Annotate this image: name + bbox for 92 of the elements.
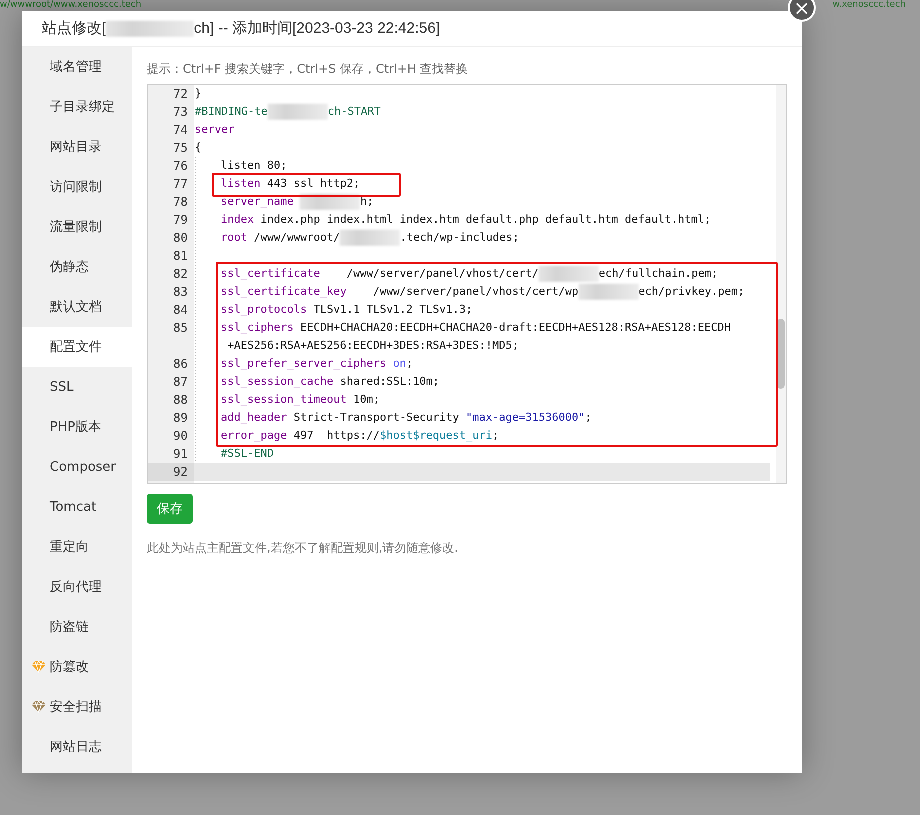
- code-text: #BINDING-te: [195, 105, 268, 118]
- sidebar-item[interactable]: 默认文档: [22, 287, 132, 327]
- line-number: 86: [172, 356, 189, 373]
- sidebar-item[interactable]: 反向代理: [22, 567, 132, 607]
- line-number: 78: [172, 194, 189, 211]
- code-text: ssl_certificate_key: [221, 285, 347, 298]
- code-text: ssl_ciphers: [221, 321, 294, 334]
- sidebar-item[interactable]: 配置文件: [22, 327, 132, 367]
- redaction-blur: [340, 230, 400, 246]
- code-text: "max-age=31536000": [466, 411, 586, 424]
- code-text: Strict-Transport-Security: [292, 411, 460, 424]
- line-number: 91: [172, 446, 189, 463]
- line-number: 85: [172, 320, 189, 337]
- code-text: ssl_session_cache: [221, 375, 334, 388]
- code-text: shared:SSL:10m;: [339, 375, 440, 388]
- sidebar-item[interactable]: PHP版本: [22, 407, 132, 447]
- note-text: 此处为站点主配置文件,若您不了解配置规则,请勿随意修改.: [147, 540, 458, 557]
- code-text: TLSv1.1 TLSv1.2 TLSv1.3;: [312, 303, 473, 316]
- code-text: ssl_certificate: [221, 267, 320, 280]
- code-text: listen: [221, 177, 261, 190]
- sidebar-item[interactable]: 访问限制: [22, 167, 132, 207]
- line-number: 84: [172, 302, 189, 319]
- sidebar-item[interactable]: 网站日志: [22, 727, 132, 767]
- sidebar-item[interactable]: 网站目录: [22, 127, 132, 167]
- code-text: on: [393, 357, 406, 370]
- code-text: add_header: [221, 411, 288, 424]
- sidebar-item[interactable]: 域名管理: [22, 47, 132, 87]
- code-text: {: [195, 141, 202, 154]
- line-number: 77: [172, 176, 189, 193]
- hint-text: 提示：Ctrl+F 搜索关键字，Ctrl+S 保存，Ctrl+H 查找替换: [147, 61, 468, 77]
- sidebar-item[interactable]: Tomcat: [22, 487, 132, 527]
- code-text: h;: [360, 195, 374, 208]
- line-number: 89: [172, 410, 189, 427]
- line-number: 75: [172, 140, 189, 157]
- line-number: 79: [172, 212, 189, 229]
- code-text: 497 https://: [292, 429, 380, 442]
- redaction-blur: [268, 104, 328, 120]
- code-text: index: [221, 213, 254, 226]
- code-text: $host$request_uri: [380, 429, 493, 442]
- line-number: 82: [172, 266, 189, 283]
- code-text: ech/privkey.pem;: [638, 285, 745, 298]
- sidebar-item[interactable]: 防盗链: [22, 607, 132, 647]
- redaction-blur: [538, 266, 599, 282]
- code-text: error_page: [221, 429, 288, 442]
- code-text: server: [195, 123, 235, 136]
- code-text: +AES256:RSA+AES256:EECDH+3DES:RSA+3DES:!MD5;: [228, 339, 519, 352]
- scrollbar[interactable]: [776, 85, 786, 483]
- code-text: 10m;: [352, 393, 380, 406]
- code-text: ;: [492, 429, 500, 442]
- redaction-blur: [578, 284, 639, 300]
- close-button[interactable]: ×: [788, 0, 816, 22]
- code-text: root: [221, 231, 248, 244]
- line-number: 83: [172, 284, 189, 301]
- code-text: index.php index.html index.htm default.php default.htm default.html;: [260, 213, 712, 226]
- sidebar-item[interactable]: 安全扫描: [22, 687, 132, 727]
- code-text: #SSL-END: [221, 447, 274, 460]
- code-text: /www/server/panel/vhost/cert/: [346, 267, 539, 280]
- sidebar-item[interactable]: SSL: [22, 367, 132, 407]
- line-number: 80: [172, 230, 189, 247]
- sidebar-item[interactable]: 流量限制: [22, 207, 132, 247]
- dialog-title: 站点修改[: [42, 19, 106, 38]
- code-text: }: [195, 87, 202, 100]
- code-text: server_name: [221, 195, 295, 208]
- line-number: 88: [172, 392, 189, 409]
- code-text: .tech/wp-includes;: [400, 231, 520, 244]
- line-number: 87: [172, 374, 189, 391]
- line-number: 92: [148, 463, 194, 481]
- code-text: ssl_session_timeout: [221, 393, 347, 406]
- code-text: /www/server/panel/vhost/cert/wp: [372, 285, 579, 298]
- code-text: ;: [406, 357, 414, 370]
- code-text: ;: [585, 411, 592, 424]
- code-text: ssl_prefer_server_ciphers: [221, 357, 388, 370]
- line-number: 74: [172, 122, 189, 139]
- dialog-title: ch] -- 添加时间[2023-03-23 22:42:56]: [194, 19, 440, 38]
- code-text: EECDH+CHACHA20:EECDH+CHACHA20-draft:EECDH+AES128:RSA+AES128:EECDH: [299, 321, 731, 334]
- code-editor[interactable]: [147, 84, 787, 484]
- line-number: 76: [172, 158, 189, 175]
- sidebar-item[interactable]: 伪静态: [22, 247, 132, 287]
- sidebar-item[interactable]: 重定向: [22, 527, 132, 567]
- line-number: 90: [172, 428, 189, 445]
- code-text: /www/wwwroot/: [253, 231, 340, 244]
- line-number: 73: [172, 104, 189, 121]
- sidebar-item[interactable]: 子目录绑定: [22, 87, 132, 127]
- line-number: 81: [172, 248, 189, 265]
- code-text: 443 ssl http2;: [266, 177, 360, 190]
- code-text: ch-START: [328, 105, 381, 118]
- code-text: ssl_protocols: [221, 303, 308, 316]
- sidebar-item[interactable]: Composer: [22, 447, 132, 487]
- sidebar-item[interactable]: 防篡改: [22, 647, 132, 687]
- code-text: ech/fullchain.pem;: [598, 267, 718, 280]
- code-text: listen 80;: [221, 159, 288, 172]
- line-number: 72: [172, 86, 189, 103]
